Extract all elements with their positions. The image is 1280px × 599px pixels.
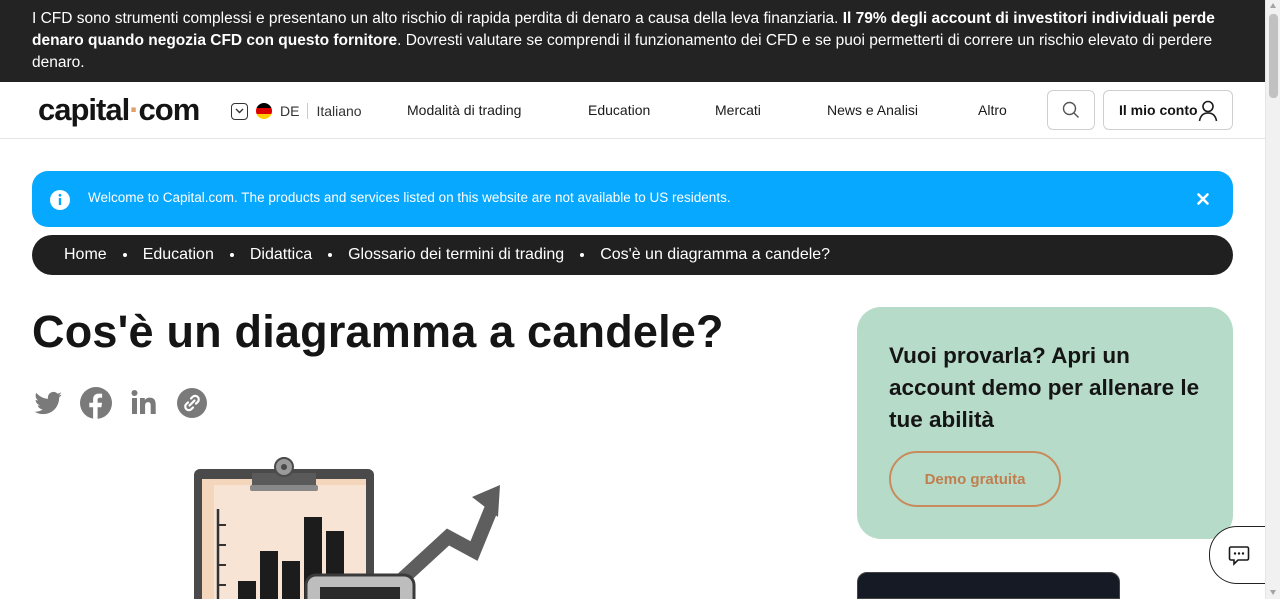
country-code: DE <box>280 103 300 119</box>
breadcrumb-separator <box>122 253 127 257</box>
language-label: Italiano <box>316 103 362 119</box>
scrollbar-thumb[interactable] <box>1269 14 1278 98</box>
divider <box>307 103 309 119</box>
copy-link-icon[interactable] <box>176 387 208 419</box>
breadcrumb-separator <box>328 253 333 257</box>
info-icon <box>50 190 70 210</box>
user-icon <box>1198 100 1218 122</box>
scroll-up-arrow-icon[interactable] <box>1270 3 1276 8</box>
my-account-button[interactable]: Il mio conto <box>1103 90 1233 130</box>
breadcrumb-didattica[interactable]: Didattica <box>250 246 312 264</box>
page-scrollbar[interactable] <box>1265 0 1280 599</box>
risk-warning-banner: I CFD sono strumenti complessi e present… <box>0 0 1265 82</box>
search-icon <box>1062 101 1079 118</box>
linkedin-icon[interactable] <box>128 387 160 419</box>
breadcrumb-home[interactable]: Home <box>64 246 107 264</box>
nav-education[interactable]: Education <box>588 102 650 118</box>
twitter-icon[interactable] <box>32 387 64 419</box>
language-selector[interactable]: DE Italiano <box>231 102 362 120</box>
risk-text-a: I CFD sono strumenti complessi e present… <box>32 10 843 27</box>
chat-icon <box>1228 546 1250 566</box>
account-label: Il mio conto <box>1119 102 1198 118</box>
us-residents-alert: Welcome to Capital.com. The products and… <box>32 171 1233 227</box>
scroll-down-arrow-icon[interactable] <box>1270 590 1276 595</box>
breadcrumb-glossary[interactable]: Glossario dei termini di trading <box>348 246 564 264</box>
chevron-down-icon <box>231 102 248 120</box>
breadcrumb-separator <box>580 253 585 257</box>
breadcrumb-separator <box>229 253 234 257</box>
site-header: capital·com DE Italiano Modalità di trad… <box>0 82 1265 139</box>
nav-news-analysis[interactable]: News e Analisi <box>827 102 918 118</box>
alert-message: Welcome to Capital.com. The products and… <box>88 190 731 205</box>
close-icon[interactable] <box>1193 189 1213 209</box>
demo-card-heading: Vuoi provarla? Apri un account demo per … <box>889 343 1200 432</box>
nav-more[interactable]: Altro <box>978 102 1007 118</box>
promo-card[interactable] <box>857 572 1120 599</box>
free-demo-button[interactable]: Demo gratuita <box>889 451 1061 507</box>
breadcrumb: Home Education Didattica Glossario dei t… <box>32 235 1233 275</box>
page-title: Cos'è un diagramma a candele? <box>32 306 724 357</box>
breadcrumb-education[interactable]: Education <box>143 246 214 264</box>
demo-account-card: Vuoi provarla? Apri un account demo per … <box>857 307 1233 539</box>
search-button[interactable] <box>1047 90 1095 130</box>
clipboard-chart-illustration <box>194 457 500 599</box>
breadcrumb-current: Cos'è un diagramma a candele? <box>600 246 831 263</box>
nav-trading-modes[interactable]: Modalità di trading <box>407 102 521 118</box>
nav-markets[interactable]: Mercati <box>715 102 761 118</box>
capital-logo[interactable]: capital·com <box>38 92 200 128</box>
facebook-icon[interactable] <box>80 387 112 419</box>
germany-flag-icon <box>256 103 272 119</box>
chat-button[interactable] <box>1209 526 1269 584</box>
